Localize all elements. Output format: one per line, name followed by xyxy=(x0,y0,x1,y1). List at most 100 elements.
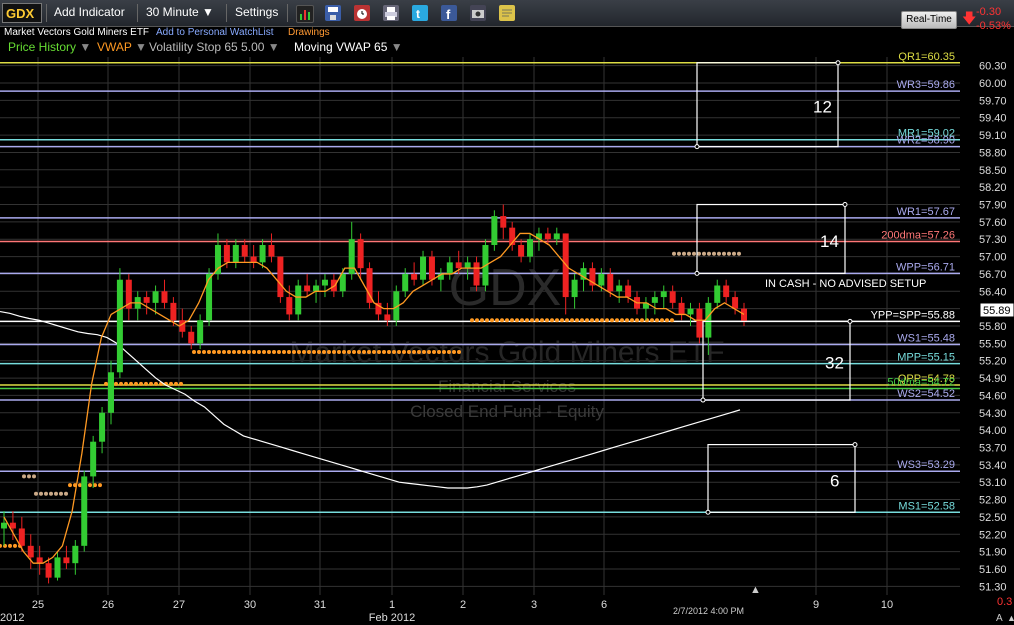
y-axis: 60.30 60.00 59.70 59.40 59.10 58.80 58.50 58.20… xyxy=(979,61,1007,594)
candle-body xyxy=(214,245,221,274)
toolbar-divider xyxy=(226,4,227,22)
candle-body xyxy=(437,273,444,280)
box-label: 14 xyxy=(820,232,839,251)
last-price-tag: 55.89 xyxy=(979,302,1014,318)
candle-body xyxy=(348,239,355,274)
facebook-icon[interactable]: f xyxy=(441,5,457,22)
x-tick-label: 30 xyxy=(244,599,256,611)
twitter-icon[interactable]: t xyxy=(412,5,428,21)
settings-button[interactable]: Settings xyxy=(235,5,278,19)
x-tick-label: 26 xyxy=(102,599,114,611)
candle-body xyxy=(152,291,159,303)
stop-dot xyxy=(515,318,519,323)
bar-chart-icon[interactable] xyxy=(296,5,314,23)
stop-dot xyxy=(530,318,534,323)
stop-dot xyxy=(732,251,736,256)
box-handle xyxy=(694,270,700,276)
study-price-history[interactable]: Price History ▼ xyxy=(8,40,91,54)
stop-dot xyxy=(227,350,231,355)
price-candles xyxy=(1,204,747,584)
stop-dot xyxy=(357,350,361,355)
alarm-clock-icon[interactable] xyxy=(354,5,370,21)
y-tick-label: 56.10 xyxy=(979,304,1007,316)
add-indicator-button[interactable]: Add Indicator xyxy=(54,5,125,19)
save-icon[interactable] xyxy=(325,5,341,21)
moving-vwap-polyline xyxy=(0,310,741,489)
study-vwap[interactable]: VWAP ▼ xyxy=(97,40,147,54)
y-tick-label: 54.30 xyxy=(979,408,1007,420)
camera-icon[interactable] xyxy=(470,5,486,21)
stop-dot xyxy=(8,543,12,548)
stop-dot xyxy=(630,318,634,323)
candle-body xyxy=(642,302,649,309)
stop-dot xyxy=(297,350,301,355)
stop-dot xyxy=(159,381,163,386)
stop-dot xyxy=(412,350,416,355)
price-chart[interactable]: GDX Market Vectors Gold Miners ETF Finan… xyxy=(0,0,1014,625)
stop-dot xyxy=(362,350,366,355)
chart-annotation: IN CASH - NO ADVISED SETUP xyxy=(765,278,926,290)
stop-dot xyxy=(104,381,108,386)
stop-dot xyxy=(252,350,256,355)
candle-body xyxy=(313,285,320,292)
stop-dot xyxy=(202,350,206,355)
stop-dot xyxy=(98,483,102,488)
candle-body xyxy=(366,268,373,303)
candle-body xyxy=(625,285,632,298)
stop-dot xyxy=(59,491,63,496)
candle-body xyxy=(339,273,346,292)
box-label: 32 xyxy=(825,354,844,373)
stop-dot xyxy=(452,350,456,355)
stop-dot xyxy=(292,350,296,355)
candle-body xyxy=(491,216,498,246)
candle-body xyxy=(544,233,551,240)
realtime-button[interactable]: Real-Time xyxy=(901,11,957,29)
level-label: YPP=SPP=55.88 xyxy=(871,309,955,321)
study-label: VWAP xyxy=(97,40,132,54)
stop-dot xyxy=(327,350,331,355)
stop-dot xyxy=(397,350,401,355)
stop-dot xyxy=(402,350,406,355)
candle-body xyxy=(54,557,61,578)
drawings-link[interactable]: Drawings xyxy=(288,27,330,38)
x-tick-label: 9 xyxy=(813,599,819,611)
y-tick-label: 56.40 xyxy=(979,286,1007,298)
level-label: MS1=52.58 xyxy=(898,500,955,512)
candle-body xyxy=(732,297,739,309)
candle-body xyxy=(9,522,16,529)
stop-dot xyxy=(312,350,316,355)
stop-dot xyxy=(332,350,336,355)
stop-dot xyxy=(510,318,514,323)
stop-dot xyxy=(372,350,376,355)
stop-dot xyxy=(64,491,68,496)
stop-dot xyxy=(575,318,579,323)
stop-dot xyxy=(139,381,143,386)
annotation-boxes: 12 14 32 6 xyxy=(694,60,858,515)
stop-dot xyxy=(144,381,148,386)
candle-body xyxy=(250,256,257,263)
stop-dot xyxy=(317,350,321,355)
x-tick-label: 31 xyxy=(314,599,326,611)
study-moving-vwap[interactable]: Moving VWAP 65 ▼ xyxy=(294,40,403,54)
scroll-up-icon[interactable]: ▲ xyxy=(750,584,761,596)
note-icon[interactable] xyxy=(499,5,515,21)
stop-dot xyxy=(207,350,211,355)
candle-body xyxy=(553,233,560,240)
y-tick-label: 57.90 xyxy=(979,200,1007,212)
print-icon[interactable] xyxy=(383,5,399,21)
candle-body xyxy=(72,545,79,564)
add-to-watchlist-link[interactable]: Add to Personal WatchList xyxy=(156,27,273,38)
axis-mode-button[interactable]: A xyxy=(996,613,1003,624)
stop-dot xyxy=(169,381,173,386)
candle-body xyxy=(206,273,213,321)
box-handle xyxy=(852,442,858,448)
timeframe-dropdown[interactable]: 30 Minute ▼ xyxy=(146,5,214,19)
candle-body xyxy=(81,476,88,546)
symbol-input[interactable]: GDX xyxy=(2,3,42,23)
study-volatility-stop[interactable]: Volatility Stop 65 5.00 ▼ xyxy=(149,40,280,54)
stop-dot xyxy=(660,318,664,323)
stop-dot xyxy=(625,318,629,323)
candle-body xyxy=(393,291,400,321)
chevron-up-icon[interactable]: ▲ xyxy=(1007,613,1014,623)
stop-dot xyxy=(322,350,326,355)
